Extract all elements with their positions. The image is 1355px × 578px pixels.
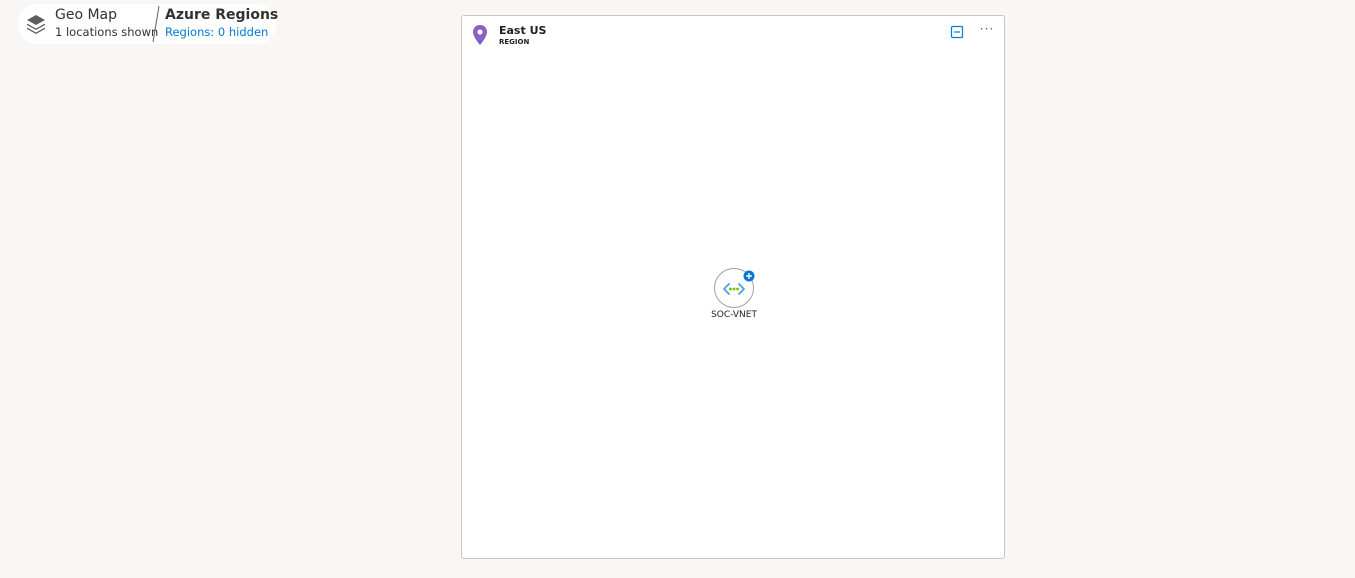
node-label: SOC-VNET [711, 310, 757, 320]
region-card: East US REGION ··· SOC-VNET [461, 15, 1005, 559]
breadcrumb-root-title[interactable]: Geo Map [55, 6, 155, 24]
breadcrumb-separator [151, 5, 161, 43]
node-soc-vnet[interactable]: SOC-VNET [696, 266, 772, 324]
breadcrumb-current-title: Azure Regions [165, 7, 279, 23]
location-pin-icon [473, 25, 487, 45]
collapse-icon[interactable] [950, 24, 964, 39]
expand-plus-icon[interactable] [743, 267, 755, 282]
breadcrumb-azure-regions: Azure Regions Regions: 0 hidden [165, 6, 279, 41]
virtual-network-icon [723, 281, 745, 295]
region-type-label: REGION [499, 38, 530, 46]
locations-count: 1 locations shown [55, 25, 159, 39]
breadcrumb: Geo Map 1 locations shown Azure Regions … [18, 4, 279, 44]
region-name: East US [499, 24, 547, 37]
hidden-regions-link[interactable]: Regions: 0 hidden [165, 24, 275, 41]
layers-icon[interactable] [24, 12, 48, 36]
breadcrumb-geo-map[interactable]: Geo Map 1 locations shown [55, 6, 159, 41]
more-options-button[interactable]: ··· [979, 22, 995, 36]
